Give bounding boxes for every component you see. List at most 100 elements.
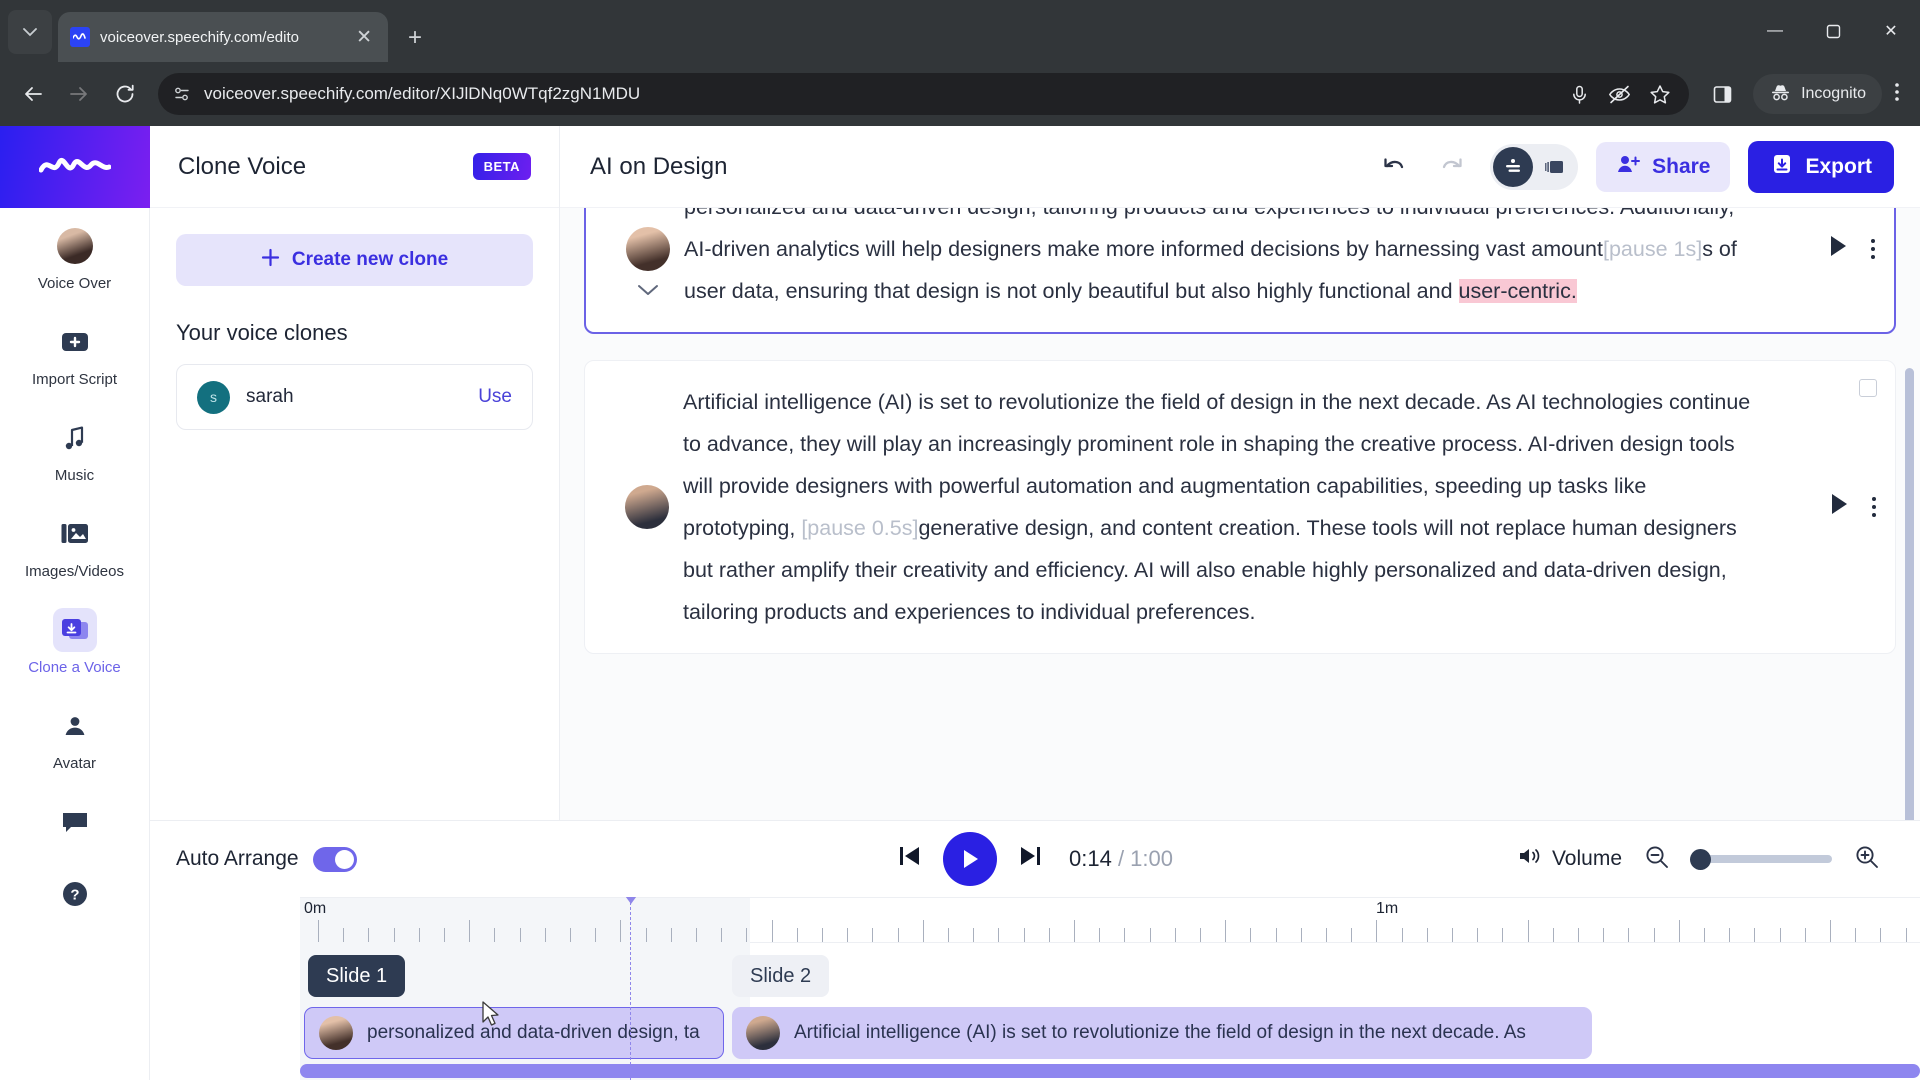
music-note-icon — [53, 416, 97, 460]
project-title: AI on Design — [590, 152, 728, 180]
avatar: s — [197, 380, 230, 414]
minimize-icon[interactable]: — — [1746, 0, 1804, 62]
incognito-indicator[interactable]: Incognito — [1753, 74, 1882, 114]
ruler-tick — [1124, 928, 1126, 942]
plus-square-icon — [53, 320, 97, 364]
sidebar-item-chat[interactable] — [0, 784, 150, 856]
ruler-tick — [418, 928, 420, 942]
undo-button[interactable] — [1374, 147, 1414, 187]
ruler-tick — [519, 928, 521, 942]
ruler-tick — [1704, 928, 1705, 942]
zoom-in-icon[interactable] — [1854, 844, 1880, 875]
slide-tag[interactable]: Slide 1 — [308, 955, 406, 997]
view-mode-toggle[interactable] — [1490, 143, 1579, 190]
reload-button[interactable] — [104, 73, 146, 115]
timeline-tracks[interactable]: 0m 1m Slide 1 Slide 2 personalized and d… — [300, 897, 1920, 1080]
sidebar-item-import-script[interactable]: Import Script — [0, 304, 150, 400]
undo-icon — [1384, 157, 1404, 168]
back-button[interactable] — [12, 73, 54, 115]
sidebar-item-images-videos[interactable]: Images/Videos — [0, 496, 150, 592]
horizontal-scrollbar[interactable] — [300, 1064, 1920, 1078]
script-view-icon[interactable] — [1493, 146, 1534, 187]
playhead[interactable] — [620, 897, 642, 1080]
ruler-tick — [696, 928, 697, 942]
ruler-tick — [721, 928, 723, 942]
redo-button[interactable] — [1432, 147, 1472, 187]
ruler-tick — [1048, 928, 1050, 942]
export-button[interactable]: Export — [1748, 140, 1894, 193]
eye-off-icon[interactable] — [1608, 84, 1631, 105]
speaker-icon — [1517, 845, 1542, 873]
sidebar-item-voice-over[interactable]: Voice Over — [0, 208, 150, 304]
auto-arrange-control[interactable]: Auto Arrange — [176, 846, 357, 872]
script-text[interactable]: Artificial intelligence (AI) is set to r… — [683, 381, 1781, 633]
speechify-logo-icon[interactable] — [0, 126, 150, 208]
ruler-tick — [1578, 928, 1579, 942]
address-bar[interactable]: voiceover.speechify.com/editor/XIJlDNq0W… — [158, 73, 1690, 115]
maximize-icon[interactable] — [1804, 0, 1862, 62]
create-new-clone-button[interactable]: Create new clone — [176, 234, 533, 286]
total-time: 1:00 — [1130, 846, 1173, 871]
chevron-up-icon[interactable] — [637, 208, 659, 215]
skip-previous-icon[interactable] — [897, 843, 923, 876]
ruler-tick — [948, 928, 949, 942]
sidebar-item-clone-a-voice[interactable]: Clone a Voice — [0, 592, 150, 688]
vertical-scrollbar[interactable] — [1905, 368, 1914, 858]
time-ruler[interactable]: 0m 1m — [300, 897, 1920, 944]
sidebar-label: Images/Videos — [25, 563, 124, 580]
close-icon[interactable]: ✕ — [352, 26, 376, 49]
create-new-clone-label: Create new clone — [291, 249, 449, 270]
current-time: 0:14 — [1069, 846, 1112, 871]
pause-tag[interactable]: [pause 0.5s] — [801, 516, 918, 540]
playhead-handle[interactable] — [620, 897, 642, 904]
share-button[interactable]: Share — [1596, 141, 1731, 192]
timeline-clip[interactable]: Artificial intelligence (AI) is set to r… — [732, 1007, 1592, 1059]
new-tab-button[interactable]: + — [408, 26, 422, 50]
arrow-left-icon — [25, 87, 42, 101]
close-window-icon[interactable]: ✕ — [1862, 0, 1920, 62]
play-icon[interactable] — [1829, 492, 1849, 522]
chevron-down-icon[interactable] — [637, 283, 659, 302]
zoom-slider-handle[interactable] — [1690, 849, 1711, 870]
zoom-out-icon[interactable] — [1644, 844, 1670, 875]
play-icon[interactable] — [1828, 234, 1848, 264]
star-icon[interactable] — [1649, 84, 1671, 105]
script-block[interactable]: Artificial intelligence (AI) is set to r… — [584, 360, 1896, 654]
auto-arrange-toggle[interactable] — [312, 846, 357, 872]
zoom-slider[interactable] — [1690, 849, 1832, 870]
list-item[interactable]: s sarah Use — [176, 364, 533, 430]
use-clone-button[interactable]: Use — [478, 386, 512, 408]
slide-view-icon[interactable] — [1535, 147, 1575, 187]
slide-tag[interactable]: Slide 2 — [732, 955, 830, 997]
sidebar-item-help[interactable]: ? — [0, 856, 150, 928]
microphone-icon[interactable] — [1569, 84, 1590, 105]
sidebar-item-music[interactable]: Music — [0, 400, 150, 496]
scrollbar-thumb[interactable] — [300, 1064, 1920, 1078]
side-panel-button[interactable] — [1701, 73, 1743, 115]
timeline-clip[interactable]: personalized and data-driven design, ta — [304, 1007, 724, 1059]
clone-voice-download-icon — [52, 608, 97, 652]
checkbox-unchecked-icon[interactable] — [1859, 379, 1877, 397]
play-button[interactable] — [943, 832, 997, 886]
ruler-tick — [796, 928, 798, 942]
site-settings-icon[interactable] — [172, 84, 192, 104]
ruler-tick — [1779, 928, 1781, 942]
sidebar-item-avatar[interactable]: Avatar — [0, 688, 150, 784]
kebab-menu-icon[interactable] — [1886, 81, 1908, 108]
tab-search-button[interactable] — [8, 10, 52, 54]
script-block[interactable]: personalized and data-driven design, tai… — [584, 208, 1896, 334]
skip-next-icon[interactable] — [1017, 843, 1043, 876]
browser-tab[interactable]: voiceover.speechify.com/edito ✕ — [58, 12, 388, 62]
ruler-tick — [1300, 928, 1302, 942]
more-vertical-icon[interactable] — [1871, 495, 1877, 519]
ruler-tick — [746, 928, 748, 942]
volume-control[interactable]: Volume — [1517, 845, 1622, 873]
pause-tag[interactable]: [pause 1s] — [1603, 237, 1702, 261]
ruler-tick — [670, 928, 672, 942]
avatar — [625, 485, 669, 529]
script-text[interactable]: personalized and data-driven design, tai… — [684, 208, 1780, 312]
ruler-label: 1m — [1376, 900, 1399, 917]
ruler-tick — [1376, 920, 1378, 942]
forward-button[interactable] — [58, 73, 100, 115]
more-vertical-icon[interactable] — [1870, 237, 1876, 261]
